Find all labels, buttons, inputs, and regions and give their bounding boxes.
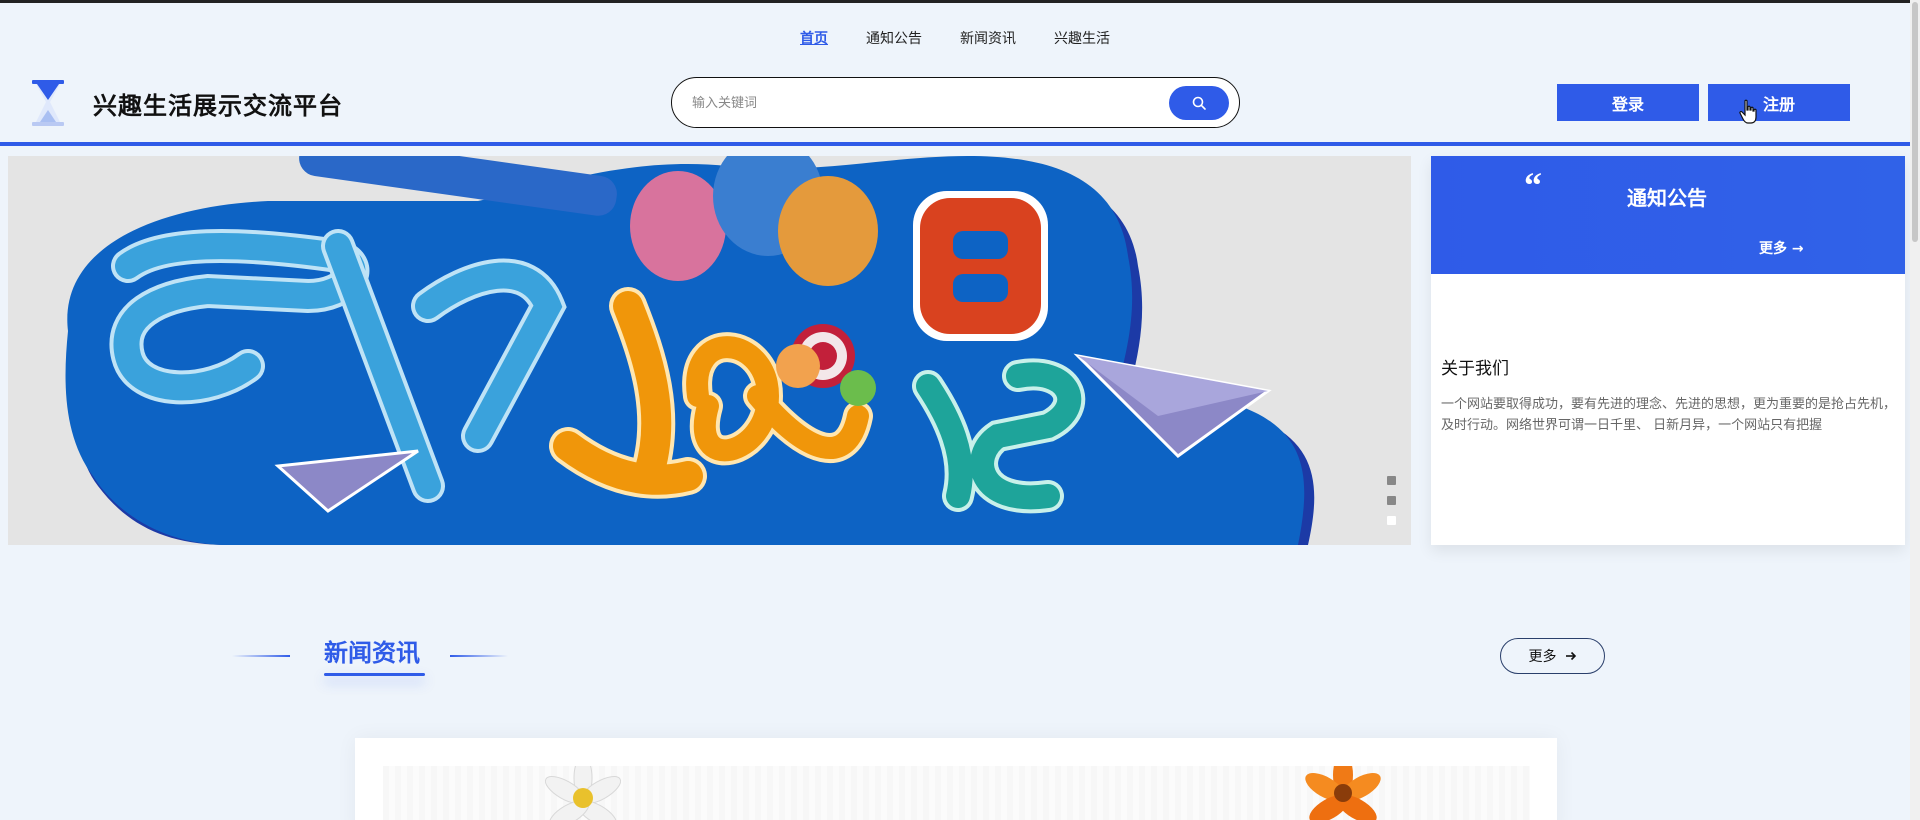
section-deco-line-left (232, 655, 290, 657)
mouse-pointer-icon (1739, 99, 1757, 124)
news-more-button[interactable]: 更多 (1500, 638, 1605, 674)
search-button[interactable] (1169, 86, 1229, 120)
notice-more-link[interactable]: 更多 → (1759, 238, 1804, 258)
scrollbar-thumb[interactable] (1912, 2, 1918, 242)
quote-mark-icon: “ (1524, 165, 1542, 205)
notice-card: “ 通知公告 更多 → 关于我们 一个网站要取得成功，要有先进的理念、先进的思想… (1431, 156, 1905, 545)
news-item-image[interactable] (383, 766, 1530, 820)
page-scrollbar[interactable] (1910, 0, 1920, 820)
search-input[interactable] (692, 90, 1132, 116)
arrow-right-icon (1565, 651, 1576, 661)
top-border (0, 0, 1920, 3)
nav-item-interest-life[interactable]: 兴趣生活 (1054, 28, 1110, 50)
nav-item-news[interactable]: 新闻资讯 (960, 28, 1016, 50)
news-section-title: 新闻资讯 (324, 639, 420, 667)
register-button[interactable]: 注册 (1708, 84, 1850, 121)
carousel-dot[interactable] (1387, 476, 1396, 485)
site-title: 兴趣生活展示交流平台 (93, 92, 343, 120)
notice-title: 通知公告 (1627, 186, 1707, 210)
welcome-banner-image (8, 156, 1411, 545)
section-title-underline (324, 673, 425, 676)
carousel-dot[interactable] (1387, 496, 1396, 505)
banner-carousel[interactable] (8, 156, 1411, 545)
section-deco-line-right (450, 655, 508, 657)
login-button[interactable]: 登录 (1557, 84, 1699, 121)
hourglass-icon (32, 80, 64, 126)
nav-item-notices[interactable]: 通知公告 (866, 28, 922, 50)
carousel-dot-active[interactable] (1387, 516, 1396, 525)
carousel-indicators (1387, 476, 1396, 525)
search-icon (1192, 96, 1206, 110)
flower-image (544, 766, 1381, 820)
about-us-text: 一个网站要取得成功，要有先进的理念、先进的思想，更为重要的是抢占先机，及时行动。… (1441, 397, 1897, 433)
news-list-panel (355, 738, 1557, 820)
news-more-label: 更多 (1528, 649, 1557, 665)
search-bar (671, 77, 1240, 128)
header-divider (0, 142, 1920, 146)
about-us-title: 关于我们 (1441, 359, 1509, 379)
nav-item-home[interactable]: 首页 (800, 28, 828, 50)
main-nav: 首页 通知公告 新闻资讯 兴趣生活 (800, 28, 1110, 50)
notice-header: “ 通知公告 更多 → (1431, 156, 1905, 274)
